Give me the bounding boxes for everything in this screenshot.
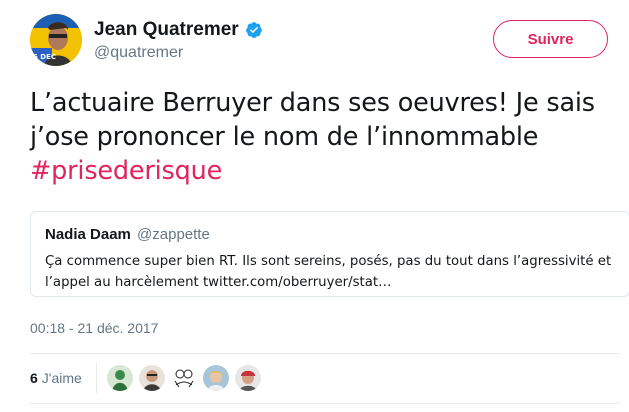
avatar-sketch-icon [170, 365, 197, 391]
quoted-tweet-header: Nadia Daam @zappette [45, 226, 617, 243]
quoted-tweet-text: Ça commence super bien RT. Ils sont sere… [45, 254, 612, 290]
quoted-author-name: Nadia Daam [45, 226, 131, 243]
liker-avatar-5[interactable] [234, 365, 261, 391]
author-avatar[interactable]: 5 DEC [30, 14, 82, 66]
tweet-text: L’actuaire Berruyer dans ses oeuvres! Je… [30, 86, 625, 188]
verified-badge-icon [245, 22, 262, 38]
avatar-redcap-icon [234, 365, 261, 391]
like-label[interactable]: J'aime [42, 370, 82, 386]
divider-bottom [30, 403, 620, 404]
quoted-author-handle: @zappette [137, 226, 210, 243]
tweet-text-line-1: L’actuaire Berruyer dans ses oeuvres! Je… [30, 88, 595, 118]
liker-avatar-2[interactable] [138, 365, 165, 391]
tweet-header: 5 DEC Jean Quatremer @quatremer Suivre [30, 14, 620, 70]
liker-avatar-4[interactable] [202, 365, 229, 391]
author-display-name[interactable]: Jean Quatremer [94, 19, 239, 41]
author-info: Jean Quatremer @quatremer [94, 19, 263, 62]
likes-row: 6 J'aime [30, 358, 267, 398]
avatar-portrait-icon [138, 365, 165, 391]
hashtag-link[interactable]: #prisederisque [30, 156, 222, 186]
likes-divider [95, 363, 97, 393]
avatar-green-icon [106, 365, 133, 391]
author-name-row: Jean Quatremer [94, 19, 263, 41]
tweet-timestamp[interactable]: 00:18 - 21 déc. 2017 [30, 320, 158, 336]
tweet-text-line-2: j’ose prononcer le nom de l’innommable [30, 122, 539, 152]
liker-avatar-1[interactable] [106, 365, 133, 391]
author-avatar-image: 5 DEC [30, 14, 82, 66]
divider-top [30, 353, 620, 354]
likers-list [106, 365, 267, 391]
like-count[interactable]: 6 [30, 370, 38, 386]
avatar-badge-text: 5 DEC [33, 53, 56, 61]
liker-avatar-3[interactable] [170, 365, 197, 391]
follow-button[interactable]: Suivre [493, 20, 608, 58]
quoted-tweet-card[interactable]: Nadia Daam @zappette Ça commence super b… [30, 211, 629, 297]
avatar-blonde-icon [202, 365, 229, 391]
author-handle[interactable]: @quatremer [94, 44, 263, 62]
